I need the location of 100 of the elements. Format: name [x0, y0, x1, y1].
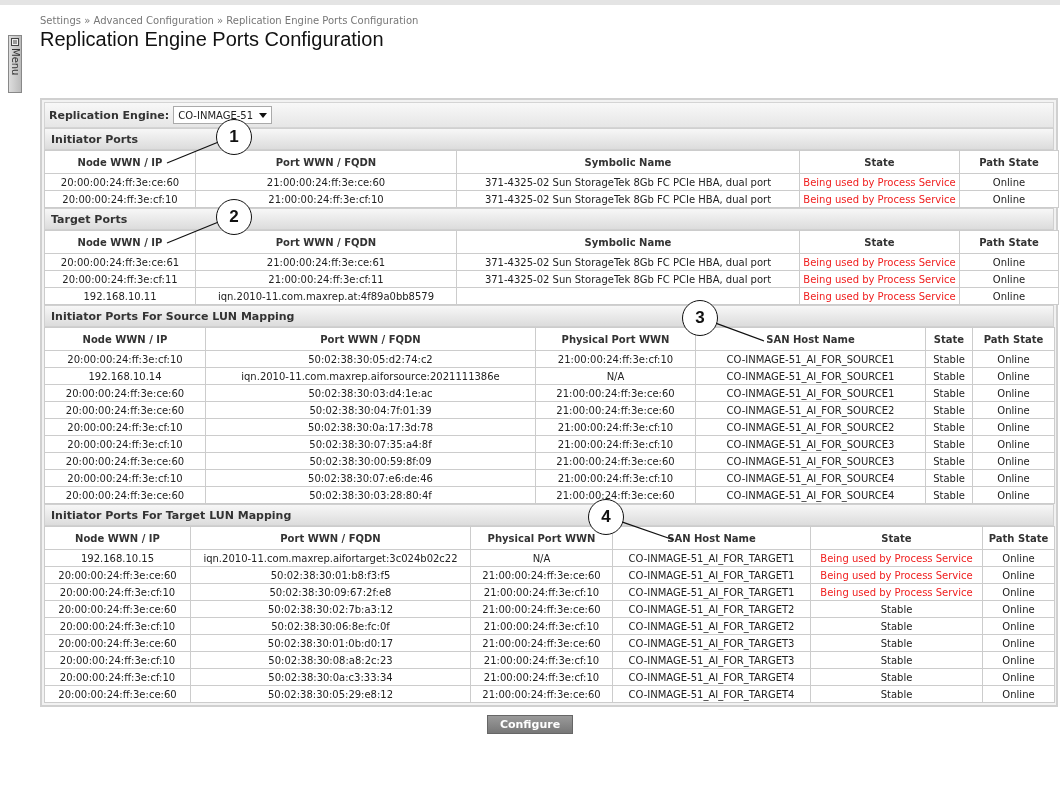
state-cell: Being used by Process Service	[810, 549, 983, 567]
table-cell: CO-INMAGE-51_AI_FOR_TARGET3	[612, 651, 811, 669]
page-title: Replication Engine Ports Configuration	[40, 28, 385, 51]
table-cell: 371-4325-02 Sun StorageTek 8Gb FC PCIe HBA, dual port	[456, 190, 800, 208]
state-cell: Being used by Process Service	[799, 270, 960, 288]
table-cell: 21:00:00:24:ff:3e:cf:10	[470, 651, 613, 669]
leader-line	[714, 322, 765, 342]
column-header: Path State	[972, 327, 1055, 351]
state-cell: Stable	[925, 486, 973, 504]
table-cell: 20:00:00:24:ff:3e:ce:60	[44, 566, 191, 584]
table-cell: 50:02:38:30:07:35:a4:8f	[205, 435, 536, 453]
state-cell: Stable	[925, 350, 973, 368]
table-cell: Online	[972, 367, 1055, 385]
state-cell: Being used by Process Service	[799, 287, 960, 305]
state-cell: Being used by Process Service	[810, 583, 983, 601]
table-cell: CO-INMAGE-51_AI_FOR_TARGET2	[612, 617, 811, 635]
table-cell: Online	[982, 668, 1055, 686]
table-cell: 21:00:00:24:ff:3e:cf:10	[535, 350, 696, 368]
column-header: Symbolic Name	[456, 150, 800, 174]
table-cell: 50:02:38:30:06:8e:fc:0f	[190, 617, 471, 635]
table-cell: 21:00:00:24:ff:3e:cf:10	[470, 583, 613, 601]
table-cell: 50:02:38:30:09:67:2f:e8	[190, 583, 471, 601]
table-cell: 371-4325-02 Sun StorageTek 8Gb FC PCIe HBA, dual port	[456, 173, 800, 191]
table-cell: 21:00:00:24:ff:3e:ce:60	[535, 452, 696, 470]
column-header: SAN Host Name	[695, 327, 926, 351]
state-cell: Being used by Process Service	[799, 190, 960, 208]
column-header: Node WWN / IP	[44, 230, 196, 254]
table-cell: Online	[982, 600, 1055, 618]
table-cell: 50:02:38:30:05:d2:74:c2	[205, 350, 536, 368]
table-cell: 50:02:38:30:03:d4:1e:ac	[205, 384, 536, 402]
table-cell: Online	[959, 190, 1059, 208]
table-cell: Online	[959, 253, 1059, 271]
table-cell: 20:00:00:24:ff:3e:ce:61	[44, 253, 196, 271]
state-cell: Stable	[810, 634, 983, 652]
breadcrumb: Settings » Advanced Configuration » Replication Engine Ports Configuration	[40, 15, 419, 26]
table-cell: 20:00:00:24:ff:3e:cf:10	[44, 651, 191, 669]
table-cell: 21:00:00:24:ff:3e:cf:10	[535, 469, 696, 487]
table-cell: 192.168.10.11	[44, 287, 196, 305]
state-cell: Stable	[810, 600, 983, 618]
table-cell: CO-INMAGE-51_AI_FOR_SOURCE2	[695, 418, 926, 436]
state-cell: Being used by Process Service	[799, 173, 960, 191]
state-cell: Stable	[810, 668, 983, 686]
table-cell: 21:00:00:24:ff:3e:ce:60	[535, 384, 696, 402]
column-header: Path State	[982, 526, 1055, 550]
table-cell: CO-INMAGE-51_AI_FOR_SOURCE1	[695, 367, 926, 385]
table-cell: 192.168.10.15	[44, 549, 191, 567]
list-icon	[11, 38, 19, 46]
table-cell: 20:00:00:24:ff:3e:cf:10	[44, 190, 196, 208]
table-cell: Online	[982, 583, 1055, 601]
table-cell: 21:00:00:24:ff:3e:cf:10	[470, 668, 613, 686]
table-cell: N/A	[535, 367, 696, 385]
table-cell: 20:00:00:24:ff:3e:cf:10	[44, 668, 191, 686]
table-cell: 20:00:00:24:ff:3e:cf:10	[44, 350, 206, 368]
table-cell: 50:02:38:30:04:7f:01:39	[205, 401, 536, 419]
table-cell: Online	[982, 685, 1055, 703]
table-cell: 21:00:00:24:ff:3e:ce:60	[470, 566, 613, 584]
table-cell: 20:00:00:24:ff:3e:cf:10	[44, 435, 206, 453]
state-cell: Being used by Process Service	[799, 253, 960, 271]
table-cell: 371-4325-02 Sun StorageTek 8Gb FC PCIe HBA, dual port	[456, 253, 800, 271]
table-cell: Online	[972, 418, 1055, 436]
state-cell: Stable	[925, 435, 973, 453]
table-cell: CO-INMAGE-51_AI_FOR_SOURCE3	[695, 435, 926, 453]
column-header: Node WWN / IP	[44, 327, 206, 351]
table-cell: Online	[982, 651, 1055, 669]
state-cell: Being used by Process Service	[810, 566, 983, 584]
menu-tab[interactable]: Menu	[8, 35, 22, 93]
column-header: State	[799, 150, 960, 174]
table-cell: Online	[982, 617, 1055, 635]
table-cell: 50:02:38:30:02:7b:a3:12	[190, 600, 471, 618]
table-cell: 50:02:38:30:00:59:8f:09	[205, 452, 536, 470]
table-cell: Online	[972, 486, 1055, 504]
state-cell: Stable	[810, 617, 983, 635]
table-cell: 21:00:00:24:ff:3e:ce:60	[195, 173, 457, 191]
table-cell: Online	[972, 452, 1055, 470]
table-cell: 20:00:00:24:ff:3e:ce:60	[44, 634, 191, 652]
table-cell: 20:00:00:24:ff:3e:ce:60	[44, 600, 191, 618]
state-cell: Stable	[925, 401, 973, 419]
table-cell: 21:00:00:24:ff:3e:ce:61	[195, 253, 457, 271]
column-header: Port WWN / FQDN	[190, 526, 471, 550]
engine-dropdown[interactable]: CO-INMAGE-51	[173, 106, 273, 124]
table-cell: 20:00:00:24:ff:3e:cf:10	[44, 583, 191, 601]
column-header: Port WWN / FQDN	[195, 150, 457, 174]
table-cell: Online	[982, 549, 1055, 567]
configure-button[interactable]: Configure	[486, 715, 574, 734]
table-cell: CO-INMAGE-51_AI_FOR_SOURCE4	[695, 486, 926, 504]
engine-label: Replication Engine:	[49, 108, 170, 122]
column-header: Path State	[959, 150, 1059, 174]
table-cell: CO-INMAGE-51_AI_FOR_TARGET2	[612, 600, 811, 618]
table-cell: Online	[959, 173, 1059, 191]
leader-line	[166, 141, 218, 164]
state-cell: Stable	[925, 469, 973, 487]
table-cell: Online	[972, 469, 1055, 487]
column-header: Port WWN / FQDN	[195, 230, 457, 254]
table-cell: CO-INMAGE-51_AI_FOR_TARGET1	[612, 583, 811, 601]
table-cell: iqn.2010-11.com.maxrep.at:4f89a0bb8579	[195, 287, 457, 305]
table-cell: 20:00:00:24:ff:3e:ce:60	[44, 384, 206, 402]
table-cell: 21:00:00:24:ff:3e:ce:60	[470, 600, 613, 618]
table-cell: iqn.2010-11.com.maxrep.aifortarget:3c024b02c22	[190, 549, 471, 567]
table-cell: CO-INMAGE-51_AI_FOR_TARGET1	[612, 566, 811, 584]
table-cell: Online	[972, 401, 1055, 419]
